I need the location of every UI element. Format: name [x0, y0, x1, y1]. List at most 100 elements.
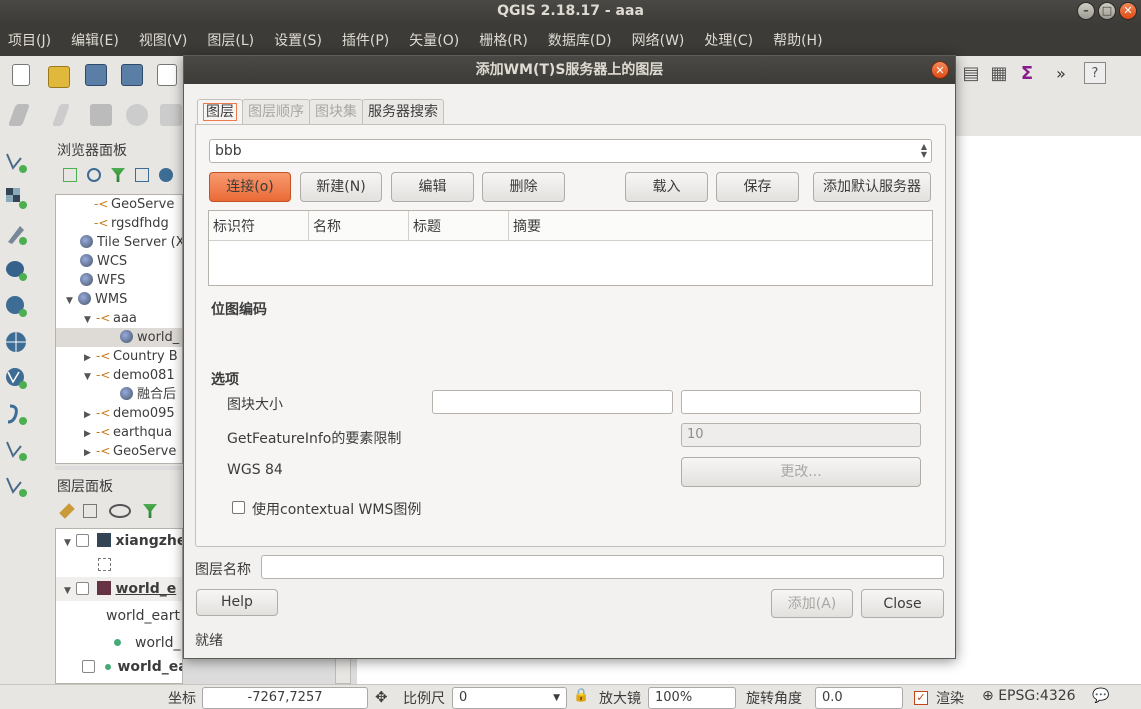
- add-wms-icon[interactable]: [4, 330, 28, 354]
- feature-limit-input[interactable]: 10: [681, 423, 921, 447]
- edit-connection-button[interactable]: 编辑: [391, 172, 474, 202]
- extents-toggle-icon[interactable]: ✥: [375, 688, 388, 706]
- messages-icon[interactable]: 💬: [1092, 688, 1109, 704]
- tree-item[interactable]: 融合后: [56, 385, 182, 404]
- menu-view[interactable]: 视图(V): [139, 30, 188, 50]
- tab-layer-order[interactable]: 图层顺序: [242, 99, 310, 125]
- toolbar-more-icon[interactable]: »: [1044, 62, 1078, 84]
- connect-button[interactable]: 连接(o): [209, 172, 291, 202]
- dialog-close-icon[interactable]: ✕: [931, 61, 949, 79]
- expand-arrow-icon[interactable]: ▼: [64, 531, 76, 555]
- tree-item[interactable]: -< GeoServe: [56, 195, 182, 214]
- filter-legend-icon[interactable]: [143, 504, 157, 518]
- layer-item[interactable]: world_earthquake: [56, 655, 182, 679]
- add-vector-layer-icon[interactable]: [4, 150, 28, 174]
- layer-scrollbar[interactable]: [335, 656, 351, 684]
- save-project-icon[interactable]: [85, 64, 107, 86]
- menu-plugins[interactable]: 插件(P): [342, 30, 389, 50]
- field-calculator-icon[interactable]: ▦: [988, 62, 1010, 84]
- layer-visibility-checkbox[interactable]: [76, 582, 89, 595]
- new-connection-button[interactable]: 新建(N): [300, 172, 382, 202]
- col-name[interactable]: 名称: [309, 211, 409, 241]
- properties-icon[interactable]: [159, 168, 173, 182]
- change-crs-button[interactable]: 更改...: [681, 457, 921, 487]
- menu-raster[interactable]: 栅格(R): [479, 30, 528, 50]
- tab-server-search[interactable]: 服务器搜索: [362, 99, 444, 125]
- add-feature-icon[interactable]: [126, 104, 148, 126]
- new-project-icon[interactable]: [12, 64, 30, 86]
- menu-web[interactable]: 网络(W): [632, 30, 685, 50]
- col-id[interactable]: 标识符: [209, 211, 309, 241]
- tree-item[interactable]: ▼ -< aaa: [56, 309, 182, 328]
- menu-help[interactable]: 帮助(H): [773, 30, 822, 50]
- help-button[interactable]: Help: [196, 589, 278, 616]
- save-as-icon[interactable]: [121, 64, 143, 86]
- layer-item[interactable]: world_: [56, 631, 182, 655]
- menu-database[interactable]: 数据库(D): [548, 30, 612, 50]
- add-virtual-layer-icon[interactable]: [4, 438, 28, 462]
- coord-field[interactable]: -7267,7257: [202, 687, 368, 709]
- add-layer-extra-icon[interactable]: [4, 474, 28, 498]
- collapse-all-icon[interactable]: [135, 168, 149, 182]
- layers-table[interactable]: 标识符 名称 标题 摘要: [208, 210, 933, 286]
- contextual-legend-checkbox[interactable]: [232, 501, 245, 514]
- rotation-spinbox[interactable]: 0.0: [815, 687, 903, 709]
- layer-item[interactable]: ▼ xiangzhe: [56, 529, 182, 553]
- style-icon[interactable]: [59, 503, 75, 519]
- tree-item[interactable]: ▼ WMS: [56, 290, 182, 309]
- menu-vector[interactable]: 矢量(O): [409, 30, 459, 50]
- expand-arrow-icon[interactable]: ▶: [84, 444, 96, 463]
- tree-item[interactable]: Tile Server (X: [56, 233, 182, 252]
- visibility-icon[interactable]: [109, 504, 131, 518]
- tree-item[interactable]: ▶ -< demo095: [56, 404, 182, 423]
- add-group-icon[interactable]: [83, 504, 97, 518]
- menu-edit[interactable]: 编辑(E): [71, 30, 119, 50]
- tree-item[interactable]: ▶ -< earthqua: [56, 423, 182, 442]
- help-whatsthis-icon[interactable]: ?: [1084, 62, 1106, 84]
- add-wcs-icon[interactable]: [4, 366, 28, 390]
- save-edits-icon[interactable]: [90, 104, 112, 126]
- add-postgis-icon[interactable]: [4, 258, 28, 282]
- layer-visibility-checkbox[interactable]: [76, 534, 89, 547]
- layer-list[interactable]: ▼ xiangzhe ▼ world_e world_eart world_ w…: [55, 528, 183, 684]
- window-close-button[interactable]: ✕: [1119, 2, 1137, 20]
- add-spatialite-icon[interactable]: [4, 294, 28, 318]
- maximize-button[interactable]: □: [1098, 2, 1116, 20]
- tab-tilesets[interactable]: 图块集: [309, 99, 363, 125]
- col-abstract[interactable]: 摘要: [509, 211, 932, 241]
- scale-combo[interactable]: 0 ▼: [452, 687, 567, 709]
- add-delimited-text-icon[interactable]: [4, 222, 28, 246]
- open-project-icon[interactable]: [48, 66, 70, 88]
- filter-icon[interactable]: [111, 168, 125, 182]
- tab-layers[interactable]: 图层: [197, 99, 243, 125]
- add-default-servers-button[interactable]: 添加默认服务器: [813, 172, 931, 202]
- statistics-icon[interactable]: Σ: [1016, 62, 1038, 84]
- magnifier-spinbox[interactable]: 100%: [648, 687, 736, 709]
- tree-item-selected[interactable]: world_: [56, 328, 182, 347]
- add-selected-icon[interactable]: [63, 168, 77, 182]
- lock-icon[interactable]: 🔒: [573, 688, 589, 703]
- tree-item[interactable]: -< rgsdfhdg: [56, 214, 182, 233]
- render-checkbox[interactable]: ✓: [914, 691, 928, 705]
- layer-name-input[interactable]: [261, 555, 944, 579]
- menu-processing[interactable]: 处理(C): [704, 30, 753, 50]
- tree-item[interactable]: ▶ -< Country B: [56, 347, 182, 366]
- tile-height-input[interactable]: [681, 390, 921, 414]
- menu-project[interactable]: 项目(J): [8, 30, 51, 50]
- menu-layer[interactable]: 图层(L): [207, 30, 254, 50]
- expand-arrow-icon[interactable]: ▼: [64, 579, 76, 603]
- add-raster-layer-icon[interactable]: [4, 186, 28, 210]
- edit-pencil-icon[interactable]: [51, 104, 71, 126]
- menu-settings[interactable]: 设置(S): [274, 30, 322, 50]
- browser-tree[interactable]: -< GeoServe -< rgsdfhdg Tile Server (X WCS…: [55, 194, 183, 464]
- add-button[interactable]: 添加(A): [771, 589, 853, 618]
- delete-connection-button[interactable]: 删除: [482, 172, 565, 202]
- layer-item[interactable]: ▼ world_e: [56, 577, 182, 601]
- tree-item[interactable]: ▶ -< GeoServe: [56, 442, 182, 461]
- layer-visibility-checkbox[interactable]: [82, 660, 95, 673]
- tile-width-input[interactable]: [432, 390, 673, 414]
- tree-item[interactable]: WCS: [56, 252, 182, 271]
- save-connections-button[interactable]: 保存: [716, 172, 799, 202]
- crs-button[interactable]: ⊕ EPSG:4326: [982, 688, 1076, 704]
- refresh-icon[interactable]: [87, 168, 101, 182]
